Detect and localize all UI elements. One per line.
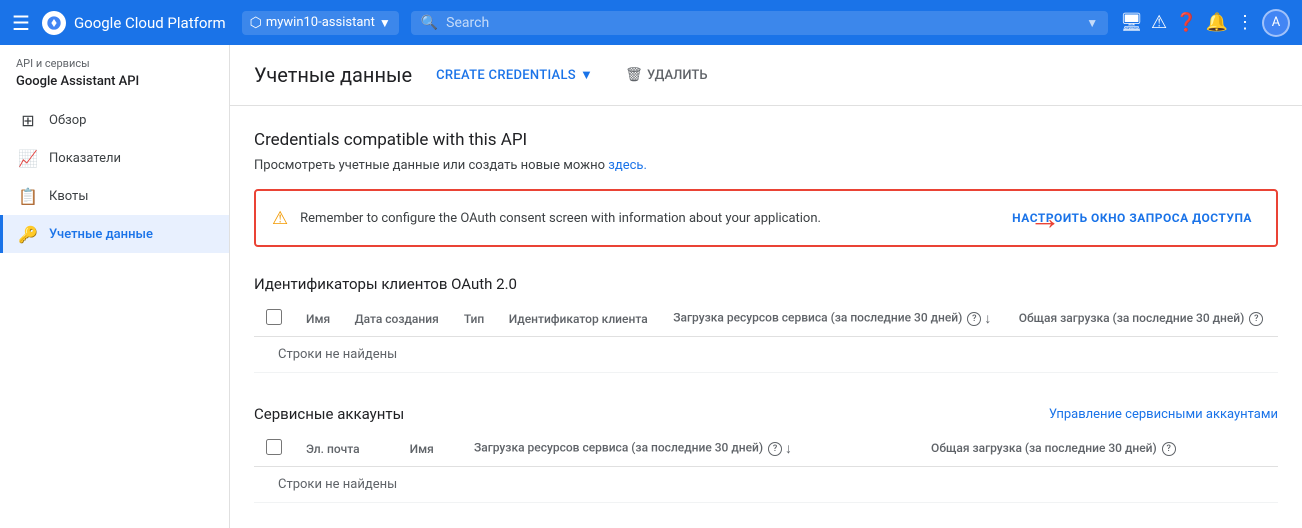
oauth-total-load-help-icon[interactable]: ? <box>1249 312 1263 326</box>
sidebar-item-quotas[interactable]: 📋 Квоты <box>0 177 229 215</box>
main-content-area: Учетные данные CREATE CREDENTIALS ▼ 🗑 УД… <box>230 45 1302 528</box>
app-logo: Google Cloud Platform <box>42 11 226 35</box>
info-text-before: Просмотреть учетные данные или создать н… <box>254 158 608 173</box>
sidebar-breadcrumb: API и сервисы <box>0 45 229 72</box>
service-accounts-section: Сервисные аккаунты Управление сервисными… <box>254 405 1278 503</box>
oauth-col-service-load: Загрузка ресурсов сервиса (за последние … <box>661 301 1006 337</box>
nav-icons: 🖥 ⚠ ❓ 🔔 ⋮ A <box>1120 9 1290 37</box>
info-paragraph: Просмотреть учетные данные или создать н… <box>254 158 1278 173</box>
manage-service-accounts-link[interactable]: Управление сервисными аккаунтами <box>1049 407 1278 422</box>
sa-col-check <box>254 431 294 467</box>
gcp-logo-icon <box>42 11 66 35</box>
sa-col-service-load: Загрузка ресурсов сервиса (за последние … <box>462 431 919 467</box>
create-dropdown-icon: ▼ <box>580 67 593 83</box>
project-name: mywin10-assistant <box>266 15 375 30</box>
sa-sort-icon[interactable]: ↓ <box>785 441 792 457</box>
project-icon: ⬡ <box>250 15 262 31</box>
oauth-table: Имя Дата создания Тип Идентификатор клие… <box>254 301 1278 373</box>
sa-service-load-help-icon[interactable]: ? <box>768 442 782 456</box>
oauth-service-load-help-icon[interactable]: ? <box>967 312 981 326</box>
sidebar-item-overview-label: Обзор <box>49 113 86 128</box>
oauth-select-all-checkbox[interactable] <box>266 309 282 325</box>
arrow-icon: → <box>1029 199 1061 237</box>
oauth-section: Идентификаторы клиентов OAuth 2.0 Имя Да… <box>254 275 1278 373</box>
oauth-col-created: Дата создания <box>343 301 452 337</box>
logo-text: Google Cloud Platform <box>74 14 226 32</box>
monitor-icon[interactable]: 🖥 <box>1120 12 1143 33</box>
oauth-section-title: Идентификаторы клиентов OAuth 2.0 <box>254 275 517 293</box>
search-bar[interactable]: 🔍 ▼ <box>411 11 1108 35</box>
overview-icon: ⊞ <box>19 111 37 129</box>
sidebar-item-credentials[interactable]: 🔑 Учетные данные <box>0 215 229 253</box>
more-icon[interactable]: ⋮ <box>1236 12 1254 33</box>
search-input[interactable] <box>446 15 1078 31</box>
sidebar-item-metrics-label: Показатели <box>49 151 121 166</box>
sa-col-name: Имя <box>398 431 462 467</box>
oauth-table-header-row: Имя Дата создания Тип Идентификатор клие… <box>254 301 1278 337</box>
top-navigation: ☰ Google Cloud Platform ⬡ mywin10-assist… <box>0 0 1302 45</box>
oauth-col-total-load: Общая загрузка (за последние 30 дней) ? <box>1007 301 1278 337</box>
project-selector[interactable]: ⬡ mywin10-assistant ▼ <box>242 11 399 35</box>
help-icon[interactable]: ❓ <box>1175 12 1197 33</box>
sidebar-item-overview[interactable]: ⊞ Обзор <box>0 101 229 139</box>
delete-label: УДАЛИТЬ <box>647 68 708 83</box>
sa-total-load-help-icon[interactable]: ? <box>1162 442 1176 456</box>
sa-empty-message: Строки не найдены <box>254 467 1278 503</box>
sa-col-email: Эл. почта <box>294 431 398 467</box>
oauth-section-header: Идентификаторы клиентов OAuth 2.0 <box>254 275 1278 293</box>
main-content: Credentials compatible with this API Про… <box>230 106 1302 528</box>
metrics-icon: 📈 <box>19 149 37 167</box>
oauth-col-name: Имя <box>294 301 343 337</box>
warning-triangle-icon: ⚠ <box>272 208 288 229</box>
search-dropdown-icon: ▼ <box>1086 16 1098 30</box>
warning-message: Remember to configure the OAuth consent … <box>300 211 992 226</box>
bell-icon[interactable]: 🔔 <box>1206 12 1228 33</box>
oauth-col-client-id: Идентификатор клиента <box>497 301 662 337</box>
page-title: Учетные данные <box>254 63 412 87</box>
warning-box: ⚠ Remember to configure the OAuth consen… <box>254 189 1278 247</box>
page-header: Учетные данные CREATE CREDENTIALS ▼ 🗑 УД… <box>230 45 1302 106</box>
sidebar-item-credentials-label: Учетные данные <box>49 227 153 242</box>
sa-select-all-checkbox[interactable] <box>266 439 282 455</box>
sa-col-total-load: Общая загрузка (за последние 30 дней) ? <box>919 431 1278 467</box>
service-accounts-title: Сервисные аккаунты <box>254 405 404 423</box>
service-accounts-table: Эл. почта Имя Загрузка ресурсов сервиса … <box>254 431 1278 503</box>
sidebar-item-quotas-label: Квоты <box>49 189 88 204</box>
sidebar-title: Google Assistant API <box>0 72 229 101</box>
credentials-icon: 🔑 <box>19 225 37 243</box>
oauth-sort-icon[interactable]: ↓ <box>984 311 991 327</box>
project-dropdown-icon: ▼ <box>379 16 391 30</box>
create-credentials-label: CREATE CREDENTIALS <box>436 68 576 83</box>
oauth-empty-message: Строки не найдены <box>254 337 1278 373</box>
service-accounts-section-header: Сервисные аккаунты Управление сервисными… <box>254 405 1278 423</box>
service-accounts-header-row: Эл. почта Имя Загрузка ресурсов сервиса … <box>254 431 1278 467</box>
quotas-icon: 📋 <box>19 187 37 205</box>
delete-icon: 🗑 <box>625 67 643 83</box>
error-icon[interactable]: ⚠ <box>1151 12 1167 33</box>
create-credentials-button[interactable]: CREATE CREDENTIALS ▼ <box>428 61 601 89</box>
section-title: Credentials compatible with this API <box>254 130 1278 150</box>
hamburger-icon[interactable]: ☰ <box>12 11 30 35</box>
avatar[interactable]: A <box>1262 9 1290 37</box>
sidebar-item-metrics[interactable]: 📈 Показатели <box>0 139 229 177</box>
delete-button[interactable]: 🗑 УДАЛИТЬ <box>617 61 715 89</box>
oauth-col-type: Тип <box>452 301 497 337</box>
sidebar: API и сервисы Google Assistant API ⊞ Обз… <box>0 45 230 528</box>
oauth-col-check <box>254 301 294 337</box>
sa-empty-row: Строки не найдены <box>254 467 1278 503</box>
oauth-empty-row: Строки не найдены <box>254 337 1278 373</box>
here-link[interactable]: здесь. <box>608 158 647 173</box>
main-layout: API и сервисы Google Assistant API ⊞ Обз… <box>0 45 1302 528</box>
search-icon: 🔍 <box>421 15 438 31</box>
